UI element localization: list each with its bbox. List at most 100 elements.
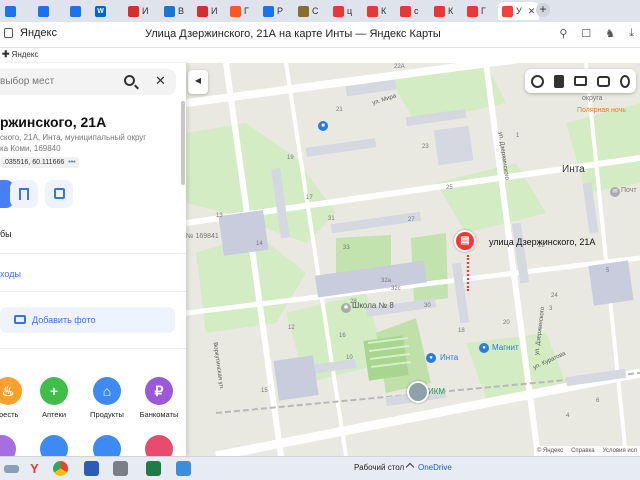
tab-2[interactable] (38, 2, 49, 20)
section-label: бы (0, 229, 12, 239)
tab-9[interactable]: Р (263, 2, 283, 20)
tab-13[interactable]: с (400, 2, 419, 20)
category-more-4[interactable] (145, 435, 173, 456)
map-copyright[interactable]: © Яндекс (537, 448, 563, 454)
screen: W И В И Г Р С ц К с К Г У ✕ + Яндекс Улиц… (0, 0, 640, 480)
house-number: 31 (328, 216, 335, 222)
bookmark-icon[interactable]: ☐ (581, 27, 591, 40)
download-icon[interactable]: ⤓ (629, 27, 634, 40)
layers-icon[interactable] (531, 74, 544, 88)
tab-10[interactable]: С (298, 2, 319, 20)
city-label: Инта (562, 164, 585, 175)
tab-3[interactable] (70, 2, 81, 20)
tab-8[interactable]: Г (230, 2, 249, 20)
calculator-icon[interactable] (113, 461, 128, 476)
taskbar: Y Рабочий стол OneDrive (0, 456, 640, 480)
tab-7[interactable]: И (197, 2, 217, 20)
search-input[interactable]: выбор мест ✕ (0, 69, 176, 95)
tab-1[interactable] (5, 2, 16, 20)
chrome-icon[interactable] (53, 461, 68, 476)
category-more-2[interactable] (40, 435, 68, 456)
house-number: 25 (446, 185, 453, 191)
extension-icon[interactable]: ♞ (605, 27, 615, 40)
tab-active[interactable]: У ✕ (498, 2, 540, 20)
poi-ikm[interactable]: ИКМ (428, 387, 445, 396)
fork-icon: ♨ (0, 377, 22, 405)
tab-4[interactable]: W (95, 2, 106, 20)
page-title[interactable]: Улица Дзержинского, 21А на карте Инты — … (145, 28, 441, 40)
bus-icon[interactable] (597, 75, 610, 87)
tab-close-icon[interactable]: ✕ (528, 6, 536, 17)
house-number: 13 (216, 213, 223, 219)
add-photo-button[interactable]: Добавить фото (0, 307, 175, 333)
traffic-icon[interactable] (620, 74, 630, 88)
collapse-panel-button[interactable]: ◀ (188, 70, 208, 94)
category-pharmacy[interactable]: + Аптеки (34, 377, 74, 419)
word-icon[interactable] (84, 461, 99, 476)
tab-label: В (178, 6, 185, 16)
coordinates-badge[interactable]: .035516, 60.111666 ••• (0, 157, 79, 168)
tab-12[interactable]: К (367, 2, 386, 20)
tab-15[interactable]: Г (467, 2, 486, 20)
category-atm[interactable]: ₽ Банкоматы (139, 377, 179, 419)
map-terms-link[interactable]: Условия исп (603, 448, 637, 454)
poi-polar-night[interactable]: Полярная ночь (577, 107, 626, 114)
close-icon[interactable]: ✕ (155, 73, 166, 89)
category-more-3[interactable] (93, 435, 121, 456)
tab-label: ц (347, 6, 353, 16)
shop-icon[interactable]: ● (479, 343, 489, 353)
lock-icon[interactable] (4, 28, 13, 38)
poi-inta[interactable]: Инта (440, 353, 458, 362)
new-tab-button[interactable]: + (536, 3, 550, 17)
tab-14[interactable]: К (434, 2, 453, 20)
tab-11[interactable]: ц (333, 2, 352, 20)
tab-favicon-icon (434, 5, 445, 17)
more-icon[interactable]: ••• (68, 157, 75, 168)
bookmark-yandex[interactable]: ✚ Яндекс (2, 49, 38, 60)
entrances-link[interactable]: ходы (0, 269, 21, 279)
poi-school[interactable]: Школа № 8 (352, 301, 394, 310)
camera-icon[interactable] (574, 76, 587, 86)
house-number: 24 (551, 293, 558, 299)
map-canvas[interactable]: 22А 21 19 23 17 25 13 14 31 27 33 32а 32… (186, 63, 640, 456)
excel-icon[interactable] (146, 461, 161, 476)
post-icon[interactable]: ✉ (610, 187, 620, 197)
location-pin-icon[interactable]: ▤ (454, 230, 476, 252)
category-groceries[interactable]: ⌂ Продукты (87, 377, 127, 419)
tab-6[interactable]: В (164, 2, 184, 20)
bookmark-button[interactable] (10, 180, 38, 208)
house-number: 14 (256, 241, 263, 247)
map-footer: © Яндекс Справка Условия исп (533, 446, 640, 456)
house-number: 27 (408, 217, 415, 223)
poi-post-office[interactable]: Почт (621, 187, 637, 194)
shop-icon[interactable]: ● (426, 353, 436, 363)
onedrive-label[interactable]: OneDrive (418, 463, 452, 472)
tab-5[interactable]: И (128, 2, 148, 20)
panel-scrollbar[interactable] (181, 101, 185, 185)
tab-label: с (414, 6, 419, 16)
tab-label: К (448, 6, 454, 16)
category-food[interactable]: ♨ юесть (0, 377, 28, 419)
category-more-1[interactable] (0, 435, 16, 456)
yandex-browser-icon[interactable]: Y (27, 461, 42, 476)
divider (0, 291, 186, 292)
site-brand[interactable]: Яндекс (4, 27, 57, 39)
map-help-link[interactable]: Справка (571, 448, 595, 454)
share-button[interactable] (45, 180, 73, 208)
ikm-photo-marker[interactable] (407, 381, 429, 403)
category-label: Банкоматы (139, 410, 179, 419)
bus-stop-icon[interactable]: ■ (318, 121, 328, 131)
tab-label: И (211, 6, 218, 16)
tab-label: У (516, 6, 522, 16)
search-icon[interactable] (124, 75, 135, 86)
place-description: ского, 21А, Инта, муниципальный округ ка… (0, 132, 186, 154)
binoculars-icon[interactable] (554, 74, 564, 88)
chevron-up-icon[interactable] (405, 462, 415, 472)
task-view-icon[interactable] (4, 465, 19, 473)
location-icon[interactable]: ⚲ (559, 27, 567, 40)
desktop-label[interactable]: Рабочий стол (354, 463, 404, 472)
school-icon[interactable]: ✱ (341, 303, 351, 313)
map-layers-toolbar (525, 69, 636, 93)
paint-icon[interactable] (176, 461, 191, 476)
poi-magnit[interactable]: Магнит (492, 343, 519, 352)
